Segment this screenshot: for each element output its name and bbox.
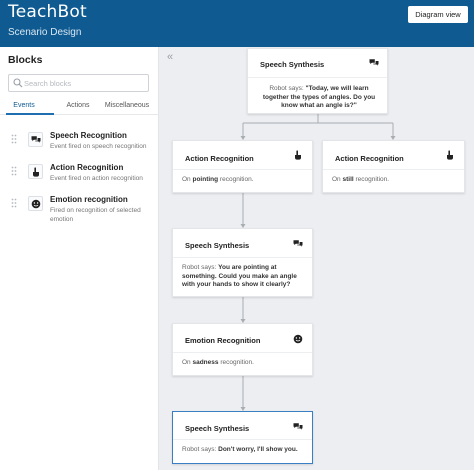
- node-body-prefix: Robot says:: [182, 446, 219, 453]
- blocks-sidebar: Blocks Events Actions Miscellaneous Spee…: [0, 47, 159, 470]
- node-title: Action Recognition: [185, 154, 254, 163]
- node-divider: [173, 439, 312, 440]
- search-input[interactable]: [24, 76, 144, 90]
- page-subtitle: Scenario Design: [8, 27, 82, 38]
- drag-handle-icon[interactable]: [11, 134, 17, 144]
- tab-events[interactable]: Events: [6, 102, 42, 109]
- diagram-view-button[interactable]: Diagram view: [408, 6, 468, 23]
- node-emotion-recognition[interactable]: Emotion Recognition On sadness recogniti…: [172, 323, 313, 376]
- node-body: On still recognition.: [332, 176, 458, 185]
- active-tab-indicator: [6, 113, 54, 115]
- node-title: Speech Synthesis: [260, 60, 325, 69]
- emotion-face-icon: [28, 196, 43, 211]
- node-title: Speech Synthesis: [185, 241, 250, 250]
- node-body: On sadness recognition.: [182, 359, 306, 368]
- node-body-prefix: Robot says:: [269, 85, 306, 92]
- tab-actions[interactable]: Actions: [59, 102, 97, 109]
- block-title: Action Recognition: [50, 163, 124, 172]
- node-divider: [173, 352, 312, 353]
- pointing-hand-icon: [447, 150, 453, 160]
- collapse-sidebar-icon[interactable]: «: [163, 52, 177, 64]
- app-header: TeachBot Scenario Design Diagram view: [0, 0, 474, 47]
- tab-miscellaneous[interactable]: Miscellaneous: [100, 102, 154, 109]
- block-item-action-recognition[interactable]: Action Recognition Event fired on action…: [0, 163, 159, 191]
- brand-logo: TeachBot: [8, 2, 87, 22]
- drag-handle-icon[interactable]: [11, 198, 17, 208]
- speech-bubble-icon: [369, 59, 379, 66]
- node-body-prefix: On: [332, 176, 343, 183]
- node-title: Emotion Recognition: [185, 336, 261, 345]
- node-speech-synthesis[interactable]: Speech Synthesis Robot says: "Today, we …: [247, 48, 388, 114]
- speech-bubble-icon: [293, 423, 303, 430]
- drag-handle-icon[interactable]: [11, 166, 17, 176]
- node-divider: [173, 169, 312, 170]
- blocks-title: Blocks: [8, 54, 43, 66]
- node-body: Robot says: You are pointing at somethin…: [182, 264, 310, 290]
- pointing-hand-icon: [28, 164, 43, 179]
- node-divider: [323, 169, 464, 170]
- node-action-recognition-pointing[interactable]: Action Recognition On pointing recogniti…: [172, 140, 313, 193]
- block-item-speech-recognition[interactable]: Speech Recognition Event fired on speech…: [0, 131, 159, 159]
- node-body-prefix: Robot says:: [182, 264, 219, 271]
- node-body-suffix: recognition.: [218, 176, 254, 183]
- block-description: Event fired on action recognition: [50, 175, 143, 182]
- block-description: Event fired on speech recognition: [50, 143, 147, 150]
- node-body-suffix: recognition.: [218, 359, 254, 366]
- node-action-recognition-still[interactable]: Action Recognition On still recognition.: [322, 140, 465, 193]
- block-item-emotion-recognition[interactable]: Emotion recognition Fired on recognition…: [0, 195, 159, 223]
- node-speech-synthesis-reassure[interactable]: Speech Synthesis Robot says: Don't worry…: [172, 411, 313, 464]
- node-body: On pointing recognition.: [182, 176, 306, 185]
- node-title: Speech Synthesis: [185, 424, 250, 433]
- pointing-hand-icon: [295, 150, 301, 160]
- block-title: Emotion recognition: [50, 195, 128, 204]
- search-box[interactable]: [8, 74, 149, 92]
- node-title: Action Recognition: [335, 154, 404, 163]
- node-body-prefix: On: [182, 176, 193, 183]
- node-body: Robot says: "Today, we will learn togeth…: [257, 85, 381, 111]
- block-title: Speech Recognition: [50, 131, 127, 140]
- node-body-suffix: recognition.: [353, 176, 390, 183]
- block-description: Fired on recognition of selected emotion: [50, 207, 141, 223]
- node-body: Robot says: Don't worry, I'll show you.: [182, 446, 306, 455]
- node-divider: [248, 77, 387, 78]
- speech-bubble-icon: [28, 132, 43, 147]
- node-body-value: pointing: [192, 176, 219, 183]
- node-body-value: still: [342, 176, 354, 183]
- search-icon: [13, 78, 23, 88]
- node-body-value: Don't worry, I'll show you.: [218, 446, 298, 453]
- emotion-face-icon: [293, 334, 303, 344]
- node-body-prefix: On: [182, 359, 193, 366]
- node-body-value: sadness: [192, 359, 219, 366]
- node-speech-synthesis-pointing[interactable]: Speech Synthesis Robot says: You are poi…: [172, 228, 313, 297]
- node-divider: [173, 257, 312, 258]
- speech-bubble-icon: [293, 240, 303, 247]
